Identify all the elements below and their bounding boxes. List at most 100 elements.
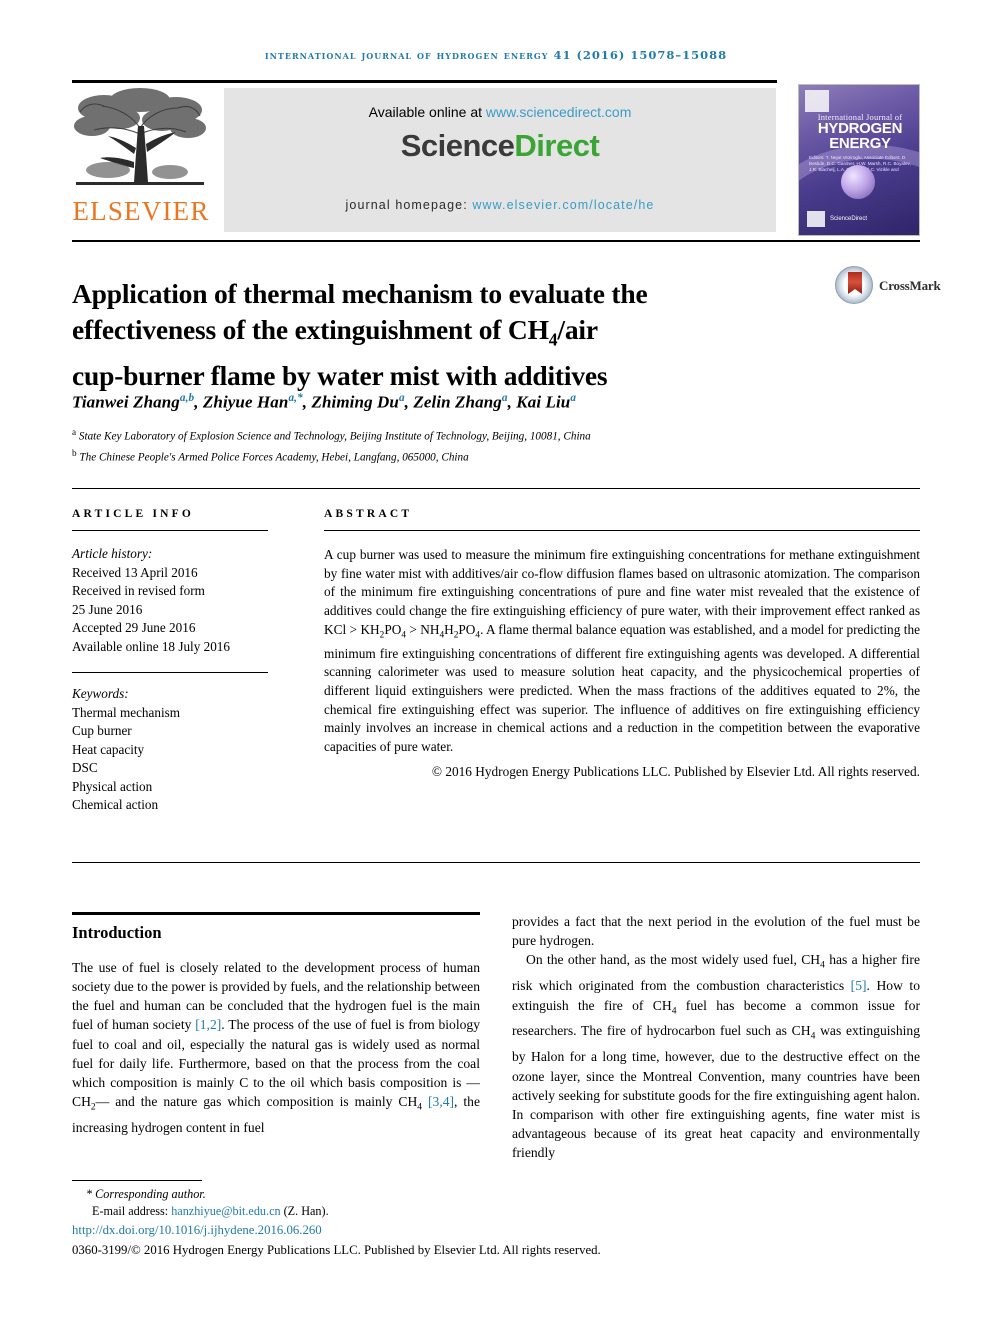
article-info-heading: ARTICLE INFO <box>72 508 195 520</box>
keyword-item: Cup burner <box>72 723 132 739</box>
sciencedirect-logo[interactable]: ScienceDirect <box>224 128 776 164</box>
crossmark-label: CrossMark <box>879 278 941 293</box>
keywords-block: Keywords: Thermal mechanism Cup burner H… <box>72 685 268 815</box>
author-name: Tianwei Zhang <box>72 392 180 412</box>
intro-paragraph-right-1: provides a fact that the next period in … <box>512 914 920 949</box>
doi-link[interactable]: http://dx.doi.org/10.1016/j.ijhydene.201… <box>72 1222 772 1239</box>
info-top-rule <box>72 488 920 490</box>
body-column-right: provides a fact that the next period in … <box>512 912 920 1163</box>
title-line-3: cup-burner flame by water mist with addi… <box>72 359 608 391</box>
author-marks: a,b <box>179 392 195 404</box>
history-item: Accepted 29 June 2016 <box>72 620 196 636</box>
cover-orb-decoration <box>841 165 875 199</box>
masthead-bottom-rule <box>72 240 920 242</box>
email-label: E-mail address: <box>92 1204 172 1218</box>
history-item: Received in revised form <box>72 583 205 599</box>
page-footnote: * Corresponding author. E-mail address: … <box>72 1180 772 1259</box>
header-rule <box>72 80 777 83</box>
citation-link-5[interactable]: [5] <box>851 978 867 993</box>
affiliation-mark: a <box>72 427 77 437</box>
section-rule <box>72 912 480 915</box>
affiliation-item: a State Key Laboratory of Explosion Scie… <box>72 424 892 445</box>
section-heading-introduction: Introduction <box>72 922 162 942</box>
body-columns: Introduction The use of fuel is closely … <box>72 912 920 1162</box>
keyword-item: Chemical action <box>72 797 159 813</box>
abstract-part-2: PO <box>384 621 402 637</box>
abstract-copyright: © 2016 Hydrogen Energy Publications LLC.… <box>431 764 920 780</box>
journal-homepage-link[interactable]: www.elsevier.com/locate/he <box>472 198 654 212</box>
affiliation-list: a State Key Laboratory of Explosion Scie… <box>72 424 892 465</box>
intro-right-a: On the other hand, as the most widely us… <box>526 952 821 968</box>
author-marks: a <box>501 392 508 404</box>
author-marks: a <box>398 392 405 404</box>
author-name: Zhiming Du <box>311 392 399 412</box>
title-line-1: Application of thermal mechanism to eval… <box>72 278 648 310</box>
cover-title-line2: HYDROGEN ENERGY <box>817 120 903 152</box>
cover-logo-mark <box>807 211 825 227</box>
journal-cover-thumbnail[interactable]: International Journal of HYDROGEN ENERGY… <box>798 84 920 236</box>
keyword-item: DSC <box>72 760 98 776</box>
history-item: 25 June 2016 <box>72 601 143 617</box>
affiliation-text: State Key Laboratory of Explosion Scienc… <box>78 430 591 443</box>
abstract-bottom-rule <box>72 862 920 864</box>
affiliation-text: The Chinese People's Armed Police Forces… <box>79 451 469 464</box>
author-name: Zhiyue Han <box>202 392 289 412</box>
author-marks: a,* <box>288 392 303 404</box>
keyword-item: Thermal mechanism <box>72 704 181 720</box>
affiliation-mark: b <box>72 447 77 458</box>
intro-left-c: — and the nature gas which composition i… <box>95 1094 418 1110</box>
citation-link-3-4[interactable]: [3,4] <box>428 1094 454 1109</box>
abstract-part-3: > NH <box>405 621 440 637</box>
intro-paragraph-right-2: On the other hand, as the most widely us… <box>512 950 920 1162</box>
author-name: Kai Liu <box>516 392 571 412</box>
article-info-column: ARTICLE INFO Article history: Received 1… <box>72 508 268 815</box>
cover-sciencedirect-label: ScienceDirect <box>830 216 868 222</box>
history-item: Available online 18 July 2016 <box>72 638 230 654</box>
sciencedirect-url-link[interactable]: www.sciencedirect.com <box>486 104 632 120</box>
sciencedirect-banner: Available online at www.sciencedirect.co… <box>224 88 776 232</box>
elsevier-tree-icon <box>74 88 206 185</box>
title-line-2-a: effectiveness of the extinguishment of C… <box>72 314 549 346</box>
available-online-line: Available online at www.sciencedirect.co… <box>224 104 776 120</box>
article-history-block: Article history: Received 13 April 2016 … <box>72 545 268 656</box>
page-title: Application of thermal mechanism to eval… <box>72 276 812 394</box>
abstract-column: ABSTRACT A cup burner was used to measur… <box>324 508 920 780</box>
email-link[interactable]: hanzhiyue@bit.edu.cn <box>171 1204 280 1218</box>
article-page: International Journal of Hydrogen Energy… <box>0 0 992 1323</box>
available-online-text: Available online at <box>368 104 486 120</box>
abstract-part-5: PO <box>458 621 476 637</box>
corresponding-author-note: * Corresponding author. <box>86 1187 206 1201</box>
running-head: International Journal of Hydrogen Energy… <box>264 48 728 62</box>
keyword-item: Heat capacity <box>72 741 145 757</box>
author-marks: a <box>570 392 577 404</box>
abstract-text: A cup burner was used to measure the min… <box>324 546 920 756</box>
history-item: Received 13 April 2016 <box>72 564 198 580</box>
affiliation-item: b The Chinese People's Armed Police Forc… <box>72 445 892 466</box>
masthead: ELSEVIER Available online at www.science… <box>72 84 920 236</box>
elsevier-logo: ELSEVIER <box>72 84 210 236</box>
citation-link-1-2[interactable]: [1,2] <box>195 1017 221 1032</box>
intro-right-e: was extinguishing by Halon for a long ti… <box>512 1023 920 1161</box>
keywords-label: Keywords: <box>72 686 129 702</box>
abstract-part-4: H <box>444 621 454 637</box>
crossmark-shield-icon <box>848 272 862 294</box>
article-info-rule <box>72 530 268 532</box>
cover-footer: ScienceDirect <box>807 211 913 227</box>
body-column-left: Introduction The use of fuel is closely … <box>72 912 480 1137</box>
journal-homepage-label: journal homepage: <box>345 198 473 212</box>
email-line: E-mail address: hanzhiyue@bit.edu.cn (Z.… <box>92 1203 772 1220</box>
crossmark-circle-icon <box>835 266 873 304</box>
issn-copyright-line: 0360-3199/© 2016 Hydrogen Energy Publica… <box>72 1243 601 1257</box>
journal-homepage-line: journal homepage: www.elsevier.com/locat… <box>224 198 776 212</box>
author-name: Zelin Zhang <box>413 392 502 412</box>
intro-paragraph-left: The use of fuel is closely related to th… <box>72 958 480 1138</box>
author-list: Tianwei Zhanga,b, Zhiyue Hana,*, Zhiming… <box>72 392 577 412</box>
sciencedirect-logo-science: Science <box>400 128 515 163</box>
title-line-2-b: /air <box>557 314 598 346</box>
email-suffix: (Z. Han). <box>280 1204 329 1218</box>
footnote-rule <box>72 1180 202 1181</box>
keyword-item: Physical action <box>72 778 153 794</box>
crossmark-badge[interactable]: CrossMark <box>835 266 941 316</box>
abstract-rule <box>324 530 920 532</box>
abstract-heading: ABSTRACT <box>324 508 413 520</box>
